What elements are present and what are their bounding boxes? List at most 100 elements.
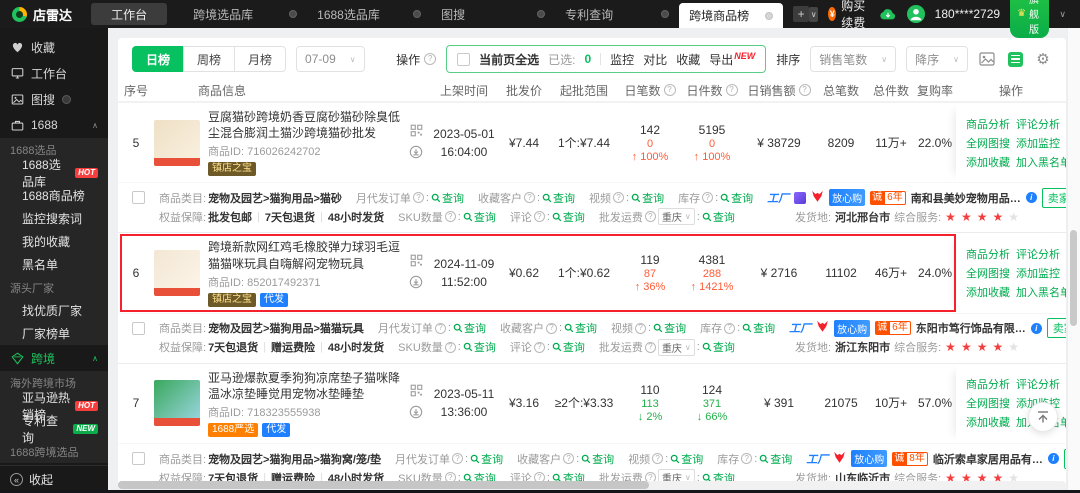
seller-name[interactable]: 南和县美妙宠物用品… (911, 190, 1021, 206)
sidebar-item-工作台[interactable]: 工作台 (0, 60, 108, 86)
freight-city-select[interactable]: 重庆 ∨ (657, 208, 695, 226)
seller-info-icon[interactable]: i (1025, 192, 1037, 204)
top-tab-工作台[interactable]: 工作台 (91, 3, 168, 25)
rank-tab-周榜[interactable]: 周榜 (183, 46, 236, 72)
tab-close-icon[interactable] (765, 11, 774, 20)
select-all-label[interactable]: 当前页全选 (479, 51, 539, 68)
product-title[interactable]: 豆腐猫砂跨境奶香豆腐砂猫砂除臭低尘混合膨润土猫沙跨境猫砂批发 (208, 109, 404, 141)
info-icon[interactable]: ? (444, 211, 456, 223)
plan-badge[interactable]: ♛ 旗舰版 (1010, 0, 1050, 38)
query-link[interactable]: 查询 (542, 190, 575, 206)
freight-city-select[interactable]: 重庆 ∨ (657, 338, 695, 356)
query-link[interactable]: 查询 (759, 451, 792, 467)
sidebar-item-我的收藏[interactable]: 我的收藏 (0, 230, 108, 253)
sidebar-item-专利查询[interactable]: 专利查询 NEW (0, 414, 108, 445)
seller-name[interactable]: 临沂索卓家居用品有… (933, 451, 1043, 467)
buy-renew-button[interactable]: ¥ 购买续费 (828, 0, 868, 31)
download-image-icon[interactable] (409, 275, 423, 292)
chevron-up-icon[interactable]: ∧ (92, 354, 98, 363)
action-添加收藏[interactable]: 添加收藏 (966, 414, 1010, 430)
horizontal-scrollbar[interactable] (118, 481, 1066, 489)
sidebar-item-1688商品榜[interactable]: 1688商品榜 (0, 184, 108, 207)
info-icon[interactable]: ? (533, 211, 545, 223)
action-添加收藏[interactable]: 添加收藏 (966, 284, 1010, 300)
action-评论分析[interactable]: 评论分析 (1016, 376, 1060, 392)
info-icon[interactable]: ? (702, 192, 714, 204)
image-view-icon[interactable] (978, 50, 996, 68)
rank-tab-月榜[interactable]: 月榜 (234, 46, 287, 72)
info-icon[interactable]: ? (724, 322, 736, 334)
action-加入黑名单[interactable]: 加入黑名单 (1016, 154, 1066, 170)
query-link[interactable]: 查询 (463, 209, 496, 225)
action-全网图搜[interactable]: 全网图搜 (966, 135, 1010, 151)
qr-code-icon[interactable] (410, 124, 423, 140)
action-商品分析[interactable]: 商品分析 (966, 116, 1010, 132)
query-link[interactable]: 查询 (552, 209, 585, 225)
product-title[interactable]: 亚马逊爆款夏季狗狗凉席垫子猫咪降温冰凉垫睡觉用宠物冰垫睡垫 (208, 370, 404, 402)
action-添加收藏[interactable]: 添加收藏 (966, 154, 1010, 170)
top-tab-专利查询[interactable]: 专利查询 (555, 0, 679, 28)
product-image[interactable] (154, 119, 200, 166)
action-添加监控[interactable]: 添加监控 (1016, 135, 1060, 151)
action-商品分析[interactable]: 商品分析 (966, 376, 1010, 392)
info-icon[interactable]: ? (533, 341, 545, 353)
query-link[interactable]: 查询 (463, 339, 496, 355)
tab-close-icon[interactable] (413, 10, 422, 18)
sidebar-item-找优质厂家[interactable]: 找优质厂家 (0, 299, 108, 322)
info-icon[interactable]: ? (523, 192, 535, 204)
query-link[interactable]: 查询 (581, 451, 614, 467)
seller-analysis-button[interactable]: 卖家分析 (1046, 318, 1066, 339)
account-number[interactable]: 180****2729 (935, 7, 1000, 21)
info-icon[interactable]: ? (412, 192, 424, 204)
tab-close-icon[interactable] (289, 10, 298, 18)
sidebar-item-监控搜索词[interactable]: 监控搜索词 (0, 207, 108, 230)
tab-close-icon[interactable] (537, 10, 546, 18)
row-checkbox[interactable] (132, 321, 145, 335)
seller-name[interactable]: 东阳市笃行饰品有限… (916, 320, 1026, 336)
query-link[interactable]: 查询 (653, 320, 686, 336)
tab-close-icon[interactable] (661, 10, 670, 18)
top-tab-跨境商品榜[interactable]: 跨境商品榜 (679, 3, 784, 28)
horizontal-scrollbar-thumb[interactable] (118, 481, 649, 489)
date-select[interactable]: 07-09 ∨ (296, 46, 365, 72)
cloud-download-icon[interactable] (879, 5, 897, 23)
sort-order-select[interactable]: 降序 ∨ (906, 46, 968, 72)
action-评论分析[interactable]: 评论分析 (1016, 116, 1060, 132)
select-all-checkbox[interactable] (457, 52, 471, 66)
info-icon[interactable]: ? (741, 453, 753, 465)
info-icon[interactable]: ? (652, 453, 664, 465)
info-icon[interactable]: ? (635, 322, 647, 334)
action-评论分析[interactable]: 评论分析 (1016, 246, 1060, 262)
action-全网图搜[interactable]: 全网图搜 (966, 395, 1010, 411)
chevron-up-icon[interactable]: ∧ (92, 121, 98, 130)
query-link[interactable]: 查询 (670, 451, 703, 467)
top-tab-图搜[interactable]: 图搜 (431, 0, 555, 28)
seller-info-icon[interactable]: i (1047, 453, 1059, 465)
query-link[interactable]: 查询 (470, 451, 503, 467)
avatar[interactable] (906, 5, 925, 23)
query-link[interactable]: 查询 (631, 190, 664, 206)
action-全网图搜[interactable]: 全网图搜 (966, 265, 1010, 281)
query-link[interactable]: 查询 (742, 320, 775, 336)
info-icon[interactable]: ? (545, 322, 557, 334)
add-tab-button[interactable]: + (793, 6, 810, 22)
freight-query-link[interactable]: 查询 (702, 209, 735, 225)
top-tab-1688选品库[interactable]: 1688选品库 (307, 0, 431, 28)
product-title[interactable]: 跨境新款网红鸡毛橡胶弹力球羽毛逗猫猫咪玩具自嗨解闷宠物玩具 (208, 239, 404, 271)
export-button[interactable]: 导出NEW (709, 51, 755, 68)
seller-analysis-button[interactable]: 卖家分析 (1063, 448, 1066, 469)
info-icon[interactable]: ? (563, 453, 575, 465)
sidebar-item-1688[interactable]: 1688 ∧ (0, 112, 108, 138)
favorite-button[interactable]: 收藏 (676, 51, 700, 68)
row-checkbox[interactable] (132, 452, 145, 466)
product-image[interactable] (154, 250, 200, 297)
freight-query-link[interactable]: 查询 (702, 339, 735, 355)
action-加入黑名单[interactable]: 加入黑名单 (1016, 284, 1066, 300)
collapse-tabs-icon[interactable]: ∨ (809, 6, 819, 22)
query-link[interactable]: 查询 (552, 339, 585, 355)
chevron-down-icon[interactable]: ∨ (1059, 9, 1066, 20)
info-icon[interactable]: ? (663, 84, 676, 96)
sidebar-item-厂家榜单[interactable]: 厂家榜单 (0, 322, 108, 345)
info-icon[interactable]: ? (452, 453, 464, 465)
list-view-icon[interactable] (1006, 50, 1024, 68)
